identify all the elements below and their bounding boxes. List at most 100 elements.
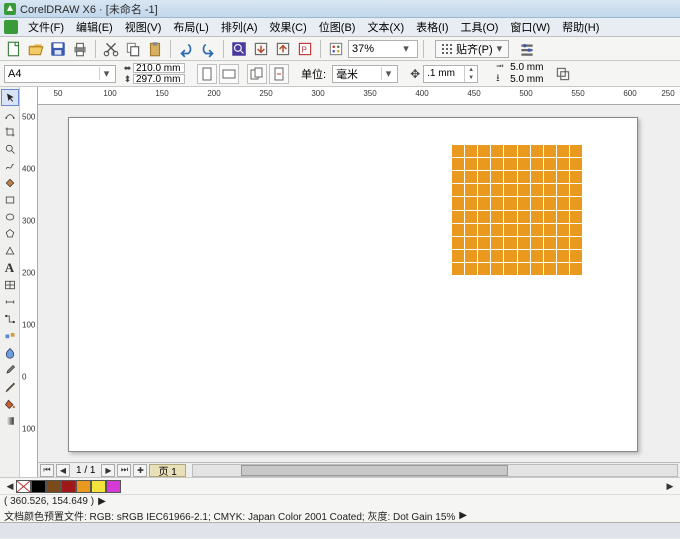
vertical-ruler[interactable]: 500 400 300 200 100 0 100 — [20, 87, 38, 477]
rectangle-tool[interactable] — [1, 191, 19, 208]
shape-tool[interactable] — [1, 106, 19, 123]
zoom-input[interactable] — [349, 43, 399, 55]
units-input[interactable] — [333, 68, 381, 80]
menu-layout[interactable]: 布局(L) — [167, 18, 214, 36]
ruler-tick: 100 — [22, 425, 35, 434]
chevron-down-icon[interactable]: ▾ — [381, 67, 395, 80]
ruler-tick: 100 — [22, 321, 35, 330]
search-button[interactable] — [229, 39, 249, 59]
units-combo[interactable]: ▾ — [332, 65, 398, 83]
fill-tool[interactable] — [1, 395, 19, 412]
app-launcher-button[interactable] — [326, 39, 346, 59]
zoom-combo[interactable]: ▾ — [348, 40, 418, 58]
menu-arrange[interactable]: 排列(A) — [215, 18, 264, 36]
spin-down[interactable]: ▼ — [465, 74, 477, 82]
zoom-tool[interactable] — [1, 140, 19, 157]
prev-page-button[interactable]: ◀ — [56, 464, 70, 477]
landscape-button[interactable] — [219, 64, 239, 84]
menu-bitmap[interactable]: 位图(B) — [313, 18, 362, 36]
menu-text[interactable]: 文本(X) — [361, 18, 410, 36]
menu-tools[interactable]: 工具(O) — [455, 18, 505, 36]
menu-file[interactable]: 文件(F) — [22, 18, 70, 36]
nudge-input[interactable] — [424, 68, 464, 79]
connector-tool[interactable] — [1, 310, 19, 327]
coords-arrow-icon: ▶ — [98, 496, 106, 507]
menu-edit[interactable]: 编辑(E) — [70, 18, 119, 36]
dimension-tool[interactable] — [1, 293, 19, 310]
palette-prev-button[interactable]: ◀ — [4, 479, 16, 493]
color-swatch[interactable] — [31, 480, 46, 493]
page-height-input[interactable] — [133, 74, 185, 84]
print-button[interactable] — [70, 39, 90, 59]
width-icon: ⬌ — [122, 63, 133, 73]
text-tool[interactable]: A — [1, 259, 19, 276]
basic-shapes-tool[interactable] — [1, 242, 19, 259]
freehand-tool[interactable] — [1, 157, 19, 174]
copy-button[interactable] — [123, 39, 143, 59]
all-pages-button[interactable] — [247, 64, 267, 84]
color-swatch[interactable] — [106, 480, 121, 493]
last-page-button[interactable]: ⏭ — [117, 464, 131, 477]
ruler-tick: 500 — [22, 113, 35, 122]
ruler-tick: 500 — [519, 89, 532, 98]
height-icon: ⬍ — [122, 74, 133, 84]
publish-button[interactable]: P — [295, 39, 315, 59]
color-swatch[interactable] — [46, 480, 61, 493]
save-button[interactable] — [48, 39, 68, 59]
current-page-button[interactable] — [269, 64, 289, 84]
next-page-button[interactable]: ▶ — [101, 464, 115, 477]
ellipse-tool[interactable] — [1, 208, 19, 225]
snap-button[interactable]: 贴齐(P) ▾ — [435, 40, 509, 58]
duplicate-settings-button[interactable] — [553, 64, 573, 84]
polygon-tool[interactable] — [1, 225, 19, 242]
pick-tool[interactable] — [1, 89, 19, 106]
scrollbar-thumb[interactable] — [241, 465, 507, 476]
paper-size-combo[interactable]: ▾ — [4, 65, 116, 83]
redo-button[interactable] — [198, 39, 218, 59]
cut-button[interactable] — [101, 39, 121, 59]
page-tab[interactable]: 页 1 — [149, 464, 185, 477]
orange-grid-object[interactable] — [452, 145, 582, 275]
separator — [320, 40, 321, 58]
first-page-button[interactable]: ⏮ — [40, 464, 54, 477]
menu-table[interactable]: 表格(I) — [410, 18, 454, 36]
transparency-tool[interactable] — [1, 344, 19, 361]
menu-view[interactable]: 视图(V) — [119, 18, 168, 36]
menu-window[interactable]: 窗口(W) — [504, 18, 556, 36]
page-width-input[interactable] — [133, 63, 185, 73]
menu-effects[interactable]: 效果(C) — [264, 18, 313, 36]
drawing-canvas[interactable] — [38, 105, 680, 462]
spin-up[interactable]: ▲ — [465, 66, 477, 74]
chevron-down-icon[interactable]: ▾ — [497, 42, 503, 55]
blend-tool[interactable] — [1, 327, 19, 344]
horizontal-scrollbar[interactable] — [192, 464, 678, 477]
snap-label: 贴齐(P) — [456, 41, 493, 57]
options-button[interactable] — [517, 39, 537, 59]
chevron-down-icon[interactable]: ▾ — [399, 42, 413, 55]
portrait-button[interactable] — [197, 64, 217, 84]
export-button[interactable] — [273, 39, 293, 59]
paper-size-input[interactable] — [5, 68, 99, 80]
interactive-fill-tool[interactable] — [1, 412, 19, 429]
add-page-button[interactable]: ✚ — [133, 464, 147, 477]
work-area: A 500 400 300 200 100 0 100 50 100 150 2… — [0, 87, 680, 477]
menu-help[interactable]: 帮助(H) — [556, 18, 605, 36]
table-tool[interactable] — [1, 276, 19, 293]
paste-button[interactable] — [145, 39, 165, 59]
eyedropper-tool[interactable] — [1, 361, 19, 378]
palette-next-button[interactable]: ▶ — [664, 479, 676, 493]
outline-tool[interactable] — [1, 378, 19, 395]
chevron-down-icon[interactable]: ▾ — [99, 67, 113, 80]
horizontal-ruler[interactable]: 50 100 150 200 250 300 350 400 450 500 5… — [38, 87, 680, 105]
nudge-stepper[interactable]: ▲▼ — [423, 65, 478, 83]
color-swatch[interactable] — [76, 480, 91, 493]
color-swatch[interactable] — [91, 480, 106, 493]
color-swatch[interactable] — [61, 480, 76, 493]
no-fill-swatch[interactable] — [16, 480, 31, 493]
open-button[interactable] — [26, 39, 46, 59]
crop-tool[interactable] — [1, 123, 19, 140]
smart-fill-tool[interactable] — [1, 174, 19, 191]
import-button[interactable] — [251, 39, 271, 59]
undo-button[interactable] — [176, 39, 196, 59]
new-button[interactable] — [4, 39, 24, 59]
